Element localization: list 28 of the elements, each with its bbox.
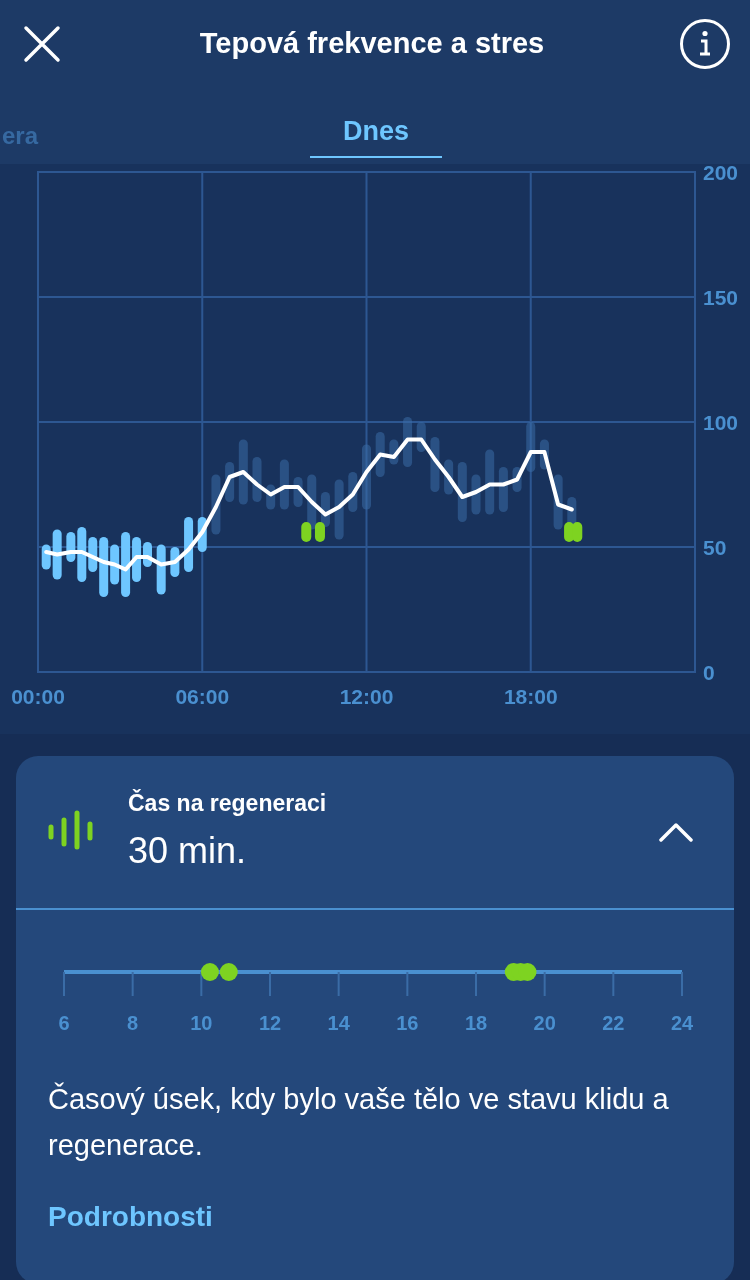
timeline-label: 6 (58, 1012, 70, 1034)
axis-label: 200 (703, 164, 739, 184)
info-button[interactable] (680, 19, 730, 69)
timeline-label: 16 (396, 1012, 419, 1034)
section-title: Čas na regeneraci (128, 788, 328, 818)
axis-label: 18:00 (503, 685, 558, 708)
timeline-label: 20 (533, 1012, 556, 1034)
axis-label: 100 (703, 411, 739, 434)
close-icon (23, 25, 61, 63)
info-icon (698, 30, 712, 58)
timeline-label: 8 (127, 1012, 139, 1034)
description-text: Časový úsek, kdy bylo vaše tělo ve stavu klidu a regenerace. (47, 1081, 670, 1163)
recovery-time: 30 min. (128, 829, 248, 874)
screen-title: Tepová frekvence a stres (199, 26, 545, 62)
axis-label: 00:00 (11, 685, 65, 708)
details-link[interactable]: Podrobnosti (16, 1196, 245, 1238)
axis-label: 12:00 (339, 685, 394, 708)
timeline-label: 24 (670, 1012, 694, 1034)
timeline-label: 14 (327, 1012, 350, 1034)
timeline-label: 22 (602, 1012, 625, 1034)
tab[interactable]: Dnes (310, 106, 442, 158)
axis-label: 50 (703, 536, 727, 559)
axis-label: 150 (703, 286, 739, 309)
timeline-label: 10 (190, 1012, 213, 1034)
axis-label: 0 (703, 661, 715, 684)
axis-label: 06:00 (175, 685, 230, 708)
timeline-label: 12 (258, 1012, 282, 1034)
timeline-label: 18 (464, 1012, 488, 1034)
